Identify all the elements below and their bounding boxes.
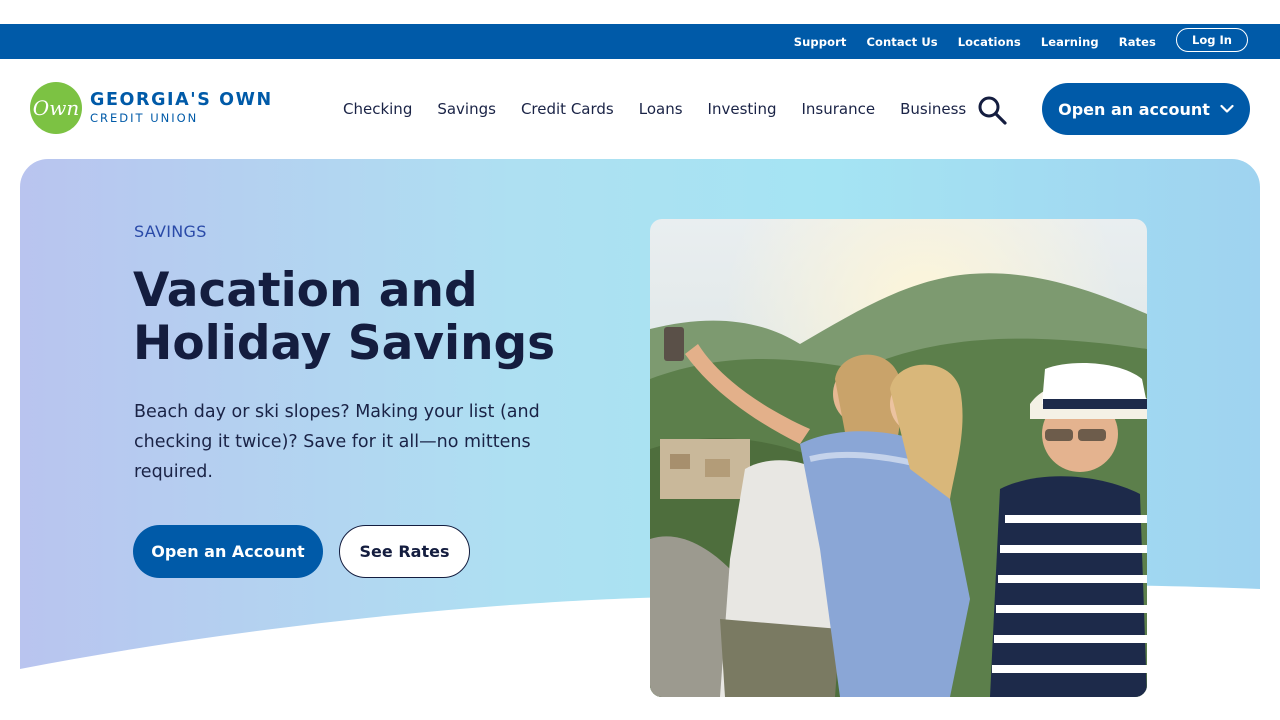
see-rates-button[interactable]: See Rates bbox=[339, 525, 470, 578]
open-account-button[interactable]: Open an Account bbox=[133, 525, 323, 578]
hero-body: Beach day or ski slopes? Making your lis… bbox=[134, 402, 540, 482]
hero-eyebrow: SAVINGS bbox=[134, 222, 207, 241]
utility-link-learning[interactable]: Learning bbox=[1041, 35, 1099, 49]
search-icon bbox=[978, 96, 1007, 125]
search-button[interactable] bbox=[976, 94, 1008, 126]
nav-item-savings[interactable]: Savings bbox=[437, 100, 496, 118]
nav-item-loans[interactable]: Loans bbox=[639, 100, 683, 118]
logo-mark: Own bbox=[30, 82, 82, 134]
nav-item-credit-cards[interactable]: Credit Cards bbox=[521, 100, 614, 118]
utility-bar: Support Contact Us Locations Learning Ra… bbox=[0, 24, 1280, 59]
login-button[interactable]: Log In bbox=[1176, 28, 1248, 52]
utility-link-contact-us[interactable]: Contact Us bbox=[866, 35, 937, 49]
open-account-label: Open an account bbox=[1058, 99, 1210, 119]
utility-links: Support Contact Us Locations Learning Ra… bbox=[794, 24, 1156, 59]
nav-item-business[interactable]: Business bbox=[900, 100, 966, 118]
logo-text: GEORGIA'S OWN CREDIT UNION bbox=[90, 90, 273, 125]
hero-photo-illustration bbox=[650, 219, 1147, 697]
open-account-dropdown-button[interactable]: Open an account bbox=[1042, 83, 1250, 135]
utility-link-support[interactable]: Support bbox=[794, 35, 847, 49]
utility-link-rates[interactable]: Rates bbox=[1119, 35, 1156, 49]
logo-subname: CREDIT UNION bbox=[90, 110, 199, 125]
logo[interactable]: Own GEORGIA'S OWN CREDIT UNION bbox=[30, 82, 273, 134]
hero-photo bbox=[650, 219, 1147, 697]
utility-link-locations[interactable]: Locations bbox=[958, 35, 1021, 49]
logo-name: GEORGIA'S OWN bbox=[90, 90, 273, 110]
nav-item-checking[interactable]: Checking bbox=[343, 100, 412, 118]
hero-title: Vacation and Holiday Savings bbox=[133, 263, 556, 371]
chevron-down-icon bbox=[1220, 104, 1234, 113]
nav-item-investing[interactable]: Investing bbox=[708, 100, 777, 118]
nav-item-insurance[interactable]: Insurance bbox=[801, 100, 875, 118]
main-nav: Checking Savings Credit Cards Loans Inve… bbox=[343, 98, 966, 120]
